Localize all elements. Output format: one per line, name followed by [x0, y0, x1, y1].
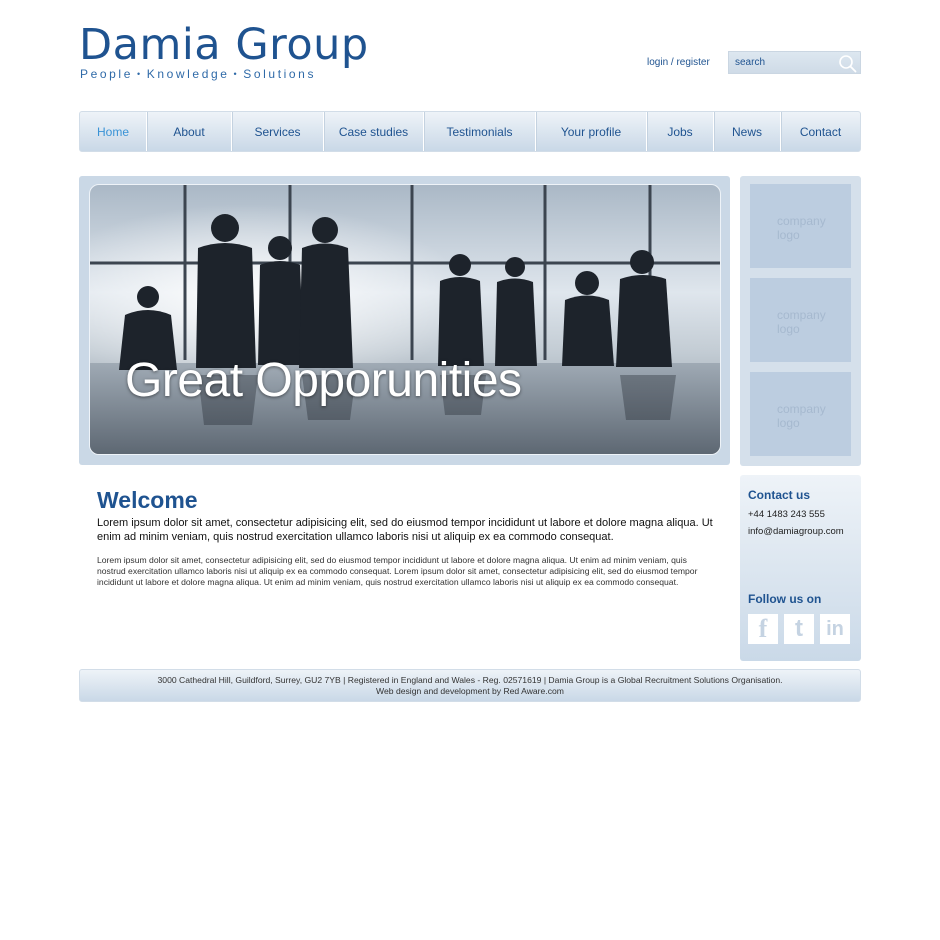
hero-image: Great Opporunities: [89, 184, 721, 455]
company-logo-placeholder[interactable]: company logo: [750, 278, 851, 362]
follow-heading: Follow us on: [748, 592, 822, 606]
linkedin-icon[interactable]: in: [820, 614, 850, 644]
company-logo-placeholder[interactable]: company logo: [750, 184, 851, 268]
contact-panel: Contact us +44 1483 243 555 info@damiagr…: [740, 475, 861, 661]
site-footer: 3000 Cathedral Hill, Guildford, Surrey, …: [79, 669, 861, 702]
nav-item-about[interactable]: About: [147, 112, 232, 151]
contact-email-link[interactable]: info@damiagroup.com: [748, 526, 844, 537]
nav-item-jobs[interactable]: Jobs: [647, 112, 714, 151]
main-nav: Home About Services Case studies Testimo…: [79, 111, 861, 152]
tagline-word: People: [80, 67, 133, 81]
contact-heading: Contact us: [748, 488, 811, 502]
search-box: [728, 51, 861, 74]
twitter-icon[interactable]: t: [784, 614, 814, 644]
company-logo-label: company logo: [777, 308, 826, 336]
tagline-separator: •: [233, 69, 240, 79]
nav-item-news[interactable]: News: [714, 112, 781, 151]
company-logo-placeholder[interactable]: company logo: [750, 372, 851, 456]
company-logo-label: company logo: [777, 214, 826, 242]
login-register-link[interactable]: login / register: [647, 57, 710, 68]
facebook-icon[interactable]: f: [748, 614, 778, 644]
partner-logos-panel: company logo company logo company logo: [740, 176, 861, 466]
welcome-heading: Welcome: [97, 487, 198, 513]
nav-item-contact[interactable]: Contact: [781, 112, 860, 151]
tagline-separator: •: [136, 69, 143, 79]
hero-photo-illustration: [90, 185, 720, 454]
hero-panel: Great Opporunities: [79, 176, 730, 465]
company-logo-label: company logo: [777, 402, 826, 430]
site-logo[interactable]: Damia Group People • Knowledge • Solutions: [79, 22, 369, 81]
nav-item-your-profile[interactable]: Your profile: [536, 112, 647, 151]
tagline-word: Solutions: [243, 67, 317, 81]
nav-item-home[interactable]: Home: [80, 112, 147, 151]
nav-item-case-studies[interactable]: Case studies: [324, 112, 424, 151]
nav-item-services[interactable]: Services: [232, 112, 324, 151]
welcome-lead-paragraph: Lorem ipsum dolor sit amet, consectetur …: [97, 517, 713, 543]
nav-item-testimonials[interactable]: Testimonials: [424, 112, 536, 151]
footer-credit[interactable]: Web design and development by Red Aware.…: [80, 686, 860, 697]
hero-headline: Great Opporunities: [125, 354, 522, 407]
search-icon[interactable]: [838, 54, 857, 73]
contact-phone: +44 1483 243 555: [748, 509, 825, 520]
welcome-body-paragraph: Lorem ipsum dolor sit amet, consectetur …: [97, 555, 698, 587]
brand-name: Damia Group: [79, 20, 369, 70]
tagline-word: Knowledge: [146, 67, 230, 81]
search-input[interactable]: [729, 52, 834, 73]
footer-address: 3000 Cathedral Hill, Guildford, Surrey, …: [157, 675, 783, 685]
